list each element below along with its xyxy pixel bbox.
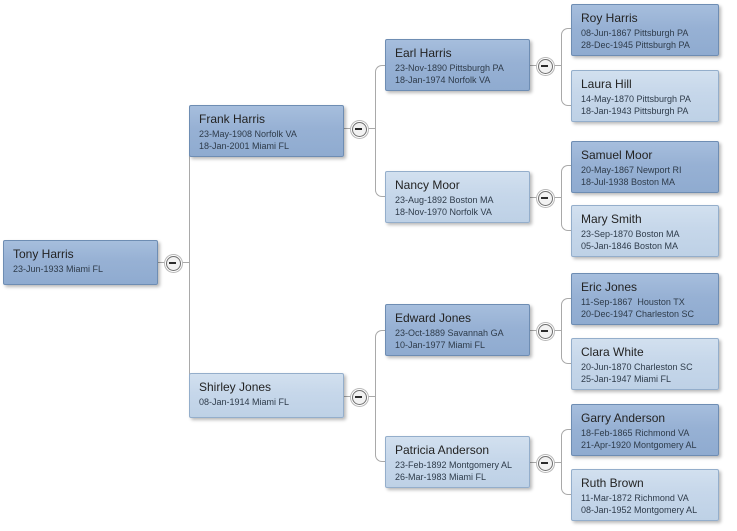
connector-shirley-toggle-out [367,396,375,397]
connector-edward-toggle-out [553,330,561,331]
person-birth: 08-Jan-1914 Miami FL [199,397,290,407]
connector-earl-stub [530,65,538,66]
person-node-edward-jones[interactable]: Edward Jones 23-Oct-1889 Savannah GA 10-… [385,304,530,356]
family-tree-canvas: Tony Harris 23-Jun-1933 Miami FL Frank H… [0,0,737,531]
person-death: 18-Jan-1974 Norfolk VA [395,74,491,85]
person-name: Frank Harris [199,112,266,126]
person-death: 10-Jan-1977 Miami FL [395,339,486,350]
connector-bracket-tony [189,128,201,396]
toggle-earl-harris[interactable] [538,59,553,74]
person-death: 18-Nov-1970 Norfolk VA [395,206,492,217]
person-birth: 18-Feb-1865 Richmond VA [581,428,690,438]
person-name: Clara White [581,345,644,359]
connector-earl-toggle-out [553,65,561,66]
person-death: 26-Mar-1983 Miami FL [395,471,487,482]
person-birth: 23-Sep-1870 Boston MA [581,229,680,239]
person-node-laura-hill[interactable]: Laura Hill 14-May-1870 Pittsburgh PA 18-… [571,70,719,122]
person-death: 25-Jan-1947 Miami FL [581,373,672,384]
connector-edward-stub [530,330,538,331]
connector-shirley-stub [344,396,352,397]
person-node-shirley-jones[interactable]: Shirley Jones 08-Jan-1914 Miami FL [189,373,344,418]
person-node-earl-harris[interactable]: Earl Harris 23-Nov-1890 Pittsburgh PA 18… [385,39,530,91]
connector-patricia-stub [530,462,538,463]
person-node-garry-anderson[interactable]: Garry Anderson 18-Feb-1865 Richmond VA 2… [571,404,719,456]
person-node-frank-harris[interactable]: Frank Harris 23-May-1908 Norfolk VA 18-J… [189,105,344,157]
connector-frank-toggle-out [367,128,375,129]
person-name: Edward Jones [395,311,472,325]
person-name: Samuel Moor [581,148,653,162]
toggle-tony-harris[interactable] [166,256,181,271]
person-node-clara-white[interactable]: Clara White 20-Jun-1870 Charleston SC 25… [571,338,719,390]
toggle-edward-jones[interactable] [538,324,553,339]
person-name: Patricia Anderson [395,443,490,457]
person-node-patricia-anderson[interactable]: Patricia Anderson 23-Feb-1892 Montgomery… [385,436,530,488]
person-node-mary-smith[interactable]: Mary Smith 23-Sep-1870 Boston MA 05-Jan-… [571,205,719,257]
person-node-tony-harris[interactable]: Tony Harris 23-Jun-1933 Miami FL [3,240,158,285]
toggle-frank-harris[interactable] [352,122,367,137]
person-death: 28-Dec-1945 Pittsburgh PA [581,39,690,50]
person-node-eric-jones[interactable]: Eric Jones 11-Sep-1867 Houston TX 20-Dec… [571,273,719,325]
person-birth: 23-Feb-1892 Montgomery AL [395,460,513,470]
person-birth: 08-Jun-1867 Pittsburgh PA [581,28,689,38]
person-node-ruth-brown[interactable]: Ruth Brown 11-Mar-1872 Richmond VA 08-Ja… [571,469,719,521]
person-name: Ruth Brown [581,476,644,490]
person-name: Shirley Jones [199,380,272,394]
person-name: Roy Harris [581,11,638,25]
person-birth: 23-Nov-1890 Pittsburgh PA [395,63,504,73]
toggle-nancy-moor[interactable] [538,191,553,206]
person-node-nancy-moor[interactable]: Nancy Moor 23-Aug-1892 Boston MA 18-Nov-… [385,171,530,223]
connector-tony-stub [158,262,166,263]
person-birth: 14-May-1870 Pittsburgh PA [581,94,691,104]
person-name: Nancy Moor [395,178,460,192]
person-name: Laura Hill [581,77,632,91]
person-death: 05-Jan-1846 Boston MA [581,240,679,251]
person-node-roy-harris[interactable]: Roy Harris 08-Jun-1867 Pittsburgh PA 28-… [571,4,719,56]
connector-nancy-toggle-out [553,197,561,198]
person-name: Earl Harris [395,46,452,60]
toggle-patricia-anderson[interactable] [538,456,553,471]
person-death: 21-Apr-1920 Montgomery AL [581,439,697,450]
person-name: Eric Jones [581,280,638,294]
person-birth: 23-Jun-1933 Miami FL [13,264,104,274]
person-node-samuel-moor[interactable]: Samuel Moor 20-May-1867 Newport RI 18-Ju… [571,141,719,193]
person-death: 08-Jan-1952 Montgomery AL [581,504,698,515]
person-birth: 20-May-1867 Newport RI [581,165,682,175]
person-death: 18-Jul-1938 Boston MA [581,176,676,187]
connector-patricia-toggle-out [553,462,561,463]
person-birth: 23-May-1908 Norfolk VA [199,129,297,139]
person-name: Mary Smith [581,212,642,226]
connector-frank-stub [344,128,352,129]
person-birth: 11-Mar-1872 Richmond VA [581,493,689,503]
person-death: 18-Jan-2001 Miami FL [199,140,290,151]
person-birth: 23-Oct-1889 Savannah GA [395,328,504,338]
connector-nancy-stub [530,197,538,198]
toggle-shirley-jones[interactable] [352,390,367,405]
person-birth: 11-Sep-1867 Houston TX [581,297,685,307]
person-birth: 23-Aug-1892 Boston MA [395,195,494,205]
person-name: Tony Harris [13,247,74,261]
person-birth: 20-Jun-1870 Charleston SC [581,362,693,372]
person-name: Garry Anderson [581,411,666,425]
connector-tony-toggle-out [181,262,189,263]
person-death: 18-Jan-1943 Pittsburgh PA [581,105,689,116]
person-death: 20-Dec-1947 Charleston SC [581,308,695,319]
